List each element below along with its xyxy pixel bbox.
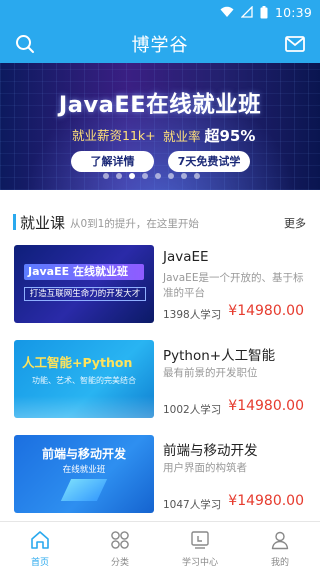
carousel-dot[interactable]	[116, 173, 122, 179]
course-name: JavaEE	[163, 249, 209, 265]
thumb-decoration	[14, 396, 154, 418]
course-name: 前端与移动开发	[163, 443, 258, 459]
app-title: 博学谷	[131, 35, 189, 56]
course-item-javaee[interactable]: JavaEE 在线就业班 打造互联网生命力的开发大才 JavaEE JavaEE…	[0, 245, 320, 329]
course-learners: 1047人学习	[163, 499, 222, 511]
tab-profile-label: 我的	[270, 558, 289, 568]
app-bar: 博学谷	[0, 24, 320, 63]
banner-rate-label: 就业率	[163, 129, 201, 144]
course-thumbnail: 前端与移动开发 在线就业班	[14, 435, 154, 513]
banner-employment-rate: 就业率 超95%	[163, 125, 255, 146]
tab-category-label: 分类	[110, 558, 129, 568]
carousel-dot[interactable]	[103, 173, 109, 179]
carousel-dot[interactable]	[181, 173, 187, 179]
tab-learning-center-label: 学习中心	[181, 558, 218, 568]
tab-learning-center[interactable]: 学习中心	[160, 522, 240, 569]
tab-profile[interactable]: 我的	[240, 522, 320, 569]
section-accent-bar	[13, 214, 16, 230]
promo-banner[interactable]: JavaEE在线就业班 就业薪资11k+ 就业率 超95% 了解详情 7天免费试…	[0, 63, 320, 190]
section-subtitle: 从0到1的提升，在这里开始	[70, 218, 199, 230]
status-time: 10:39	[274, 4, 312, 20]
more-link[interactable]: 更多	[284, 215, 306, 231]
profile-icon	[271, 531, 289, 550]
thumb-title: 人工智能+Python	[22, 355, 133, 370]
carousel-dot[interactable]	[155, 173, 161, 179]
banner-rate-value: 超95%	[204, 127, 256, 145]
carousel-dot[interactable]	[129, 173, 135, 179]
bottom-tab-bar: 首页 分类 学习中心 我的	[0, 521, 320, 569]
mail-icon	[285, 36, 305, 52]
battery-icon	[260, 5, 268, 18]
carousel-dot[interactable]	[168, 173, 174, 179]
section-title: 就业课	[20, 214, 66, 232]
section-header: 就业课 从0到1的提升，在这里开始 更多	[0, 210, 320, 234]
home-icon	[31, 531, 49, 549]
course-thumbnail: 人工智能+Python 功能、艺术、智能的完美结合	[14, 340, 154, 418]
wifi-icon	[220, 6, 234, 17]
messages-button[interactable]	[284, 34, 306, 54]
thumb-subtitle: 在线就业班	[62, 465, 106, 475]
banner-headline: JavaEE在线就业班	[58, 92, 262, 118]
course-description: 用户界面的构筑者	[163, 462, 247, 474]
tab-home[interactable]: 首页	[0, 522, 80, 569]
category-icon	[111, 531, 129, 549]
course-price: ¥14980.00	[228, 303, 304, 319]
course-description: JavaEE是一个开放的、基于标准的平台	[163, 272, 304, 299]
course-thumbnail: JavaEE 在线就业班 打造互联网生命力的开发大才	[14, 245, 154, 323]
thumb-decoration	[60, 479, 108, 501]
signal-icon	[240, 6, 253, 18]
course-price: ¥14980.00	[228, 398, 304, 414]
banner-salary: 就业薪资11k+	[72, 128, 156, 143]
carousel-indicator	[103, 173, 200, 179]
course-learners: 1398人学习	[163, 309, 222, 321]
carousel-dot[interactable]	[142, 173, 148, 179]
course-item-python-ai[interactable]: 人工智能+Python 功能、艺术、智能的完美结合 Python+人工智能 最有…	[0, 340, 320, 424]
learn-more-button[interactable]: 了解详情	[71, 151, 154, 172]
thumb-title: 前端与移动开发	[41, 447, 126, 461]
course-item-frontend[interactable]: 前端与移动开发 在线就业班 前端与移动开发 用户界面的构筑者 1047人学习 ¥…	[0, 435, 320, 519]
thumb-subtitle: 功能、艺术、智能的完美结合	[32, 376, 136, 385]
course-price: ¥14980.00	[228, 493, 304, 509]
status-bar: 10:39	[0, 0, 320, 24]
thumb-subtitle: 打造互联网生命力的开发大才	[24, 287, 146, 301]
banner-background	[0, 63, 320, 190]
carousel-dot[interactable]	[194, 173, 200, 179]
course-learners: 1002人学习	[163, 404, 222, 416]
course-name: Python+人工智能	[163, 348, 276, 364]
thumb-title: JavaEE 在线就业班	[28, 265, 128, 278]
course-description: 最有前景的开发职位	[163, 367, 258, 379]
tab-home-label: 首页	[30, 558, 49, 568]
free-trial-button[interactable]: 7天免费试学	[168, 151, 250, 172]
tab-category[interactable]: 分类	[80, 522, 160, 569]
learning-center-icon	[191, 531, 209, 549]
